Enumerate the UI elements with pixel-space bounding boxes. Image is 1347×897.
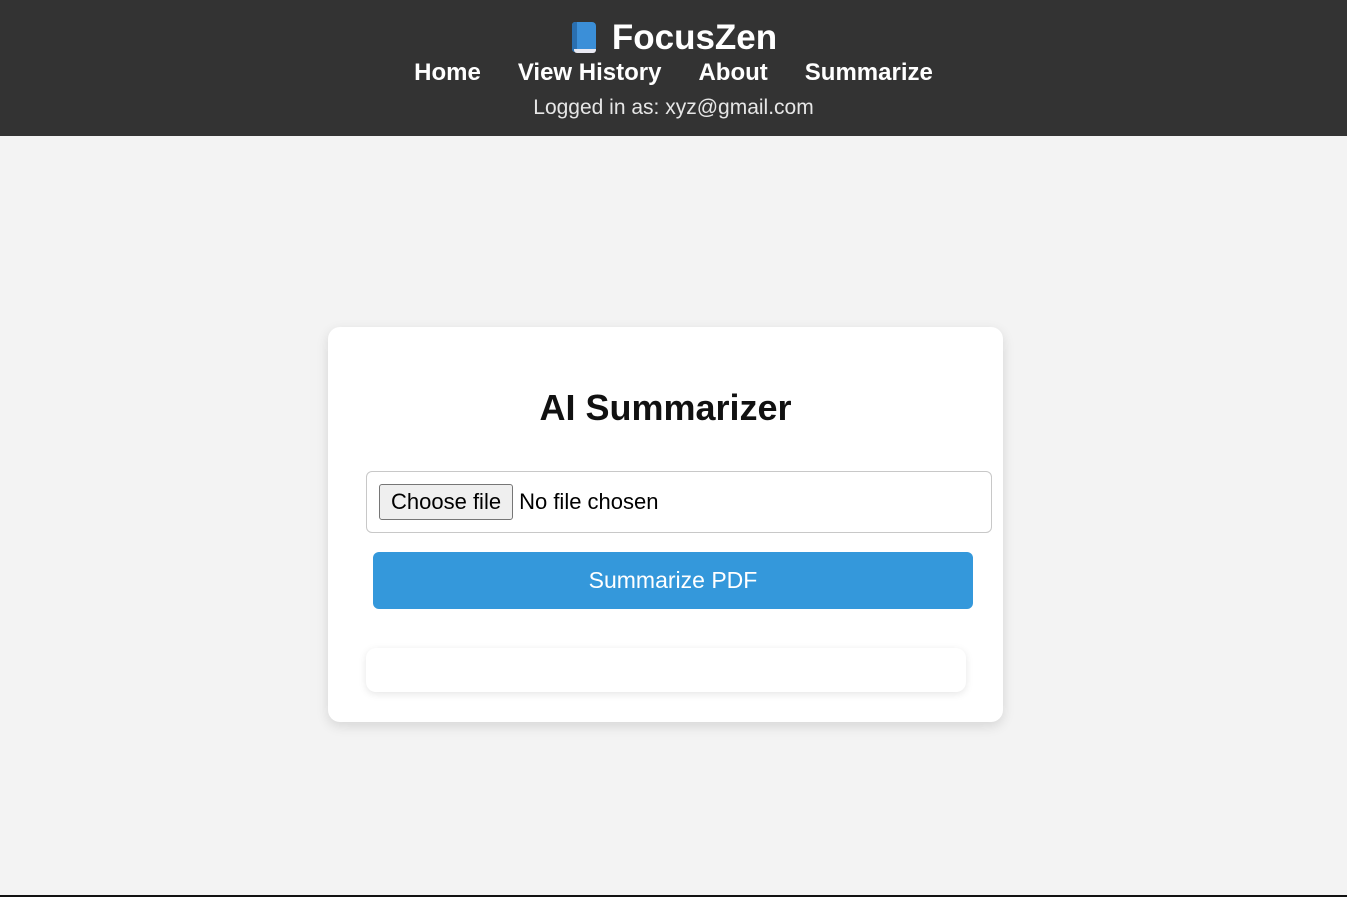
logged-in-status: Logged in as: xyz@gmail.com (533, 96, 814, 119)
nav-about[interactable]: About (698, 59, 767, 87)
summary-result (366, 648, 966, 692)
nav-view-history[interactable]: View History (518, 59, 662, 87)
top-header: FocusZen Home View History About Summari… (0, 0, 1347, 136)
book-icon (570, 22, 598, 54)
choose-file-button[interactable]: Choose file (379, 484, 514, 520)
card-title: AI Summarizer (539, 387, 792, 428)
brand-name: FocusZen (611, 18, 778, 57)
summarizer-card: AI Summarizer Choose file No file chosen… (328, 327, 1003, 722)
brand: FocusZen (0, 18, 1347, 58)
nav-home[interactable]: Home (414, 59, 481, 87)
file-input[interactable]: Choose file No file chosen (366, 471, 992, 533)
summarize-pdf-button[interactable]: Summarize PDF (373, 552, 973, 609)
file-status: No file chosen (519, 489, 659, 514)
nav-summarize[interactable]: Summarize (805, 59, 933, 87)
main-nav: Home View History About Summarize (0, 59, 1347, 87)
